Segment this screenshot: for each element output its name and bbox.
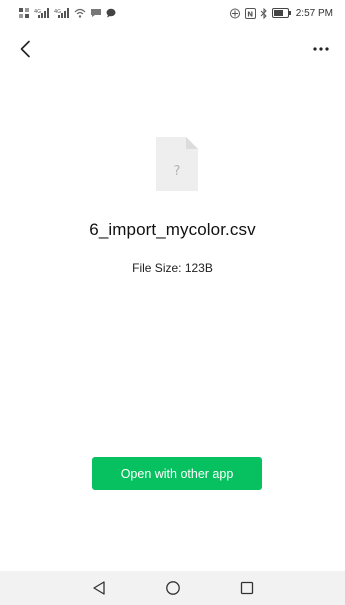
app-bar (0, 34, 345, 64)
status-bar: 4G 4G N 2:57 PM (0, 0, 345, 26)
bluetooth-icon (260, 7, 268, 19)
navigation-bar (0, 571, 345, 605)
open-with-other-app-button[interactable]: Open with other app (92, 457, 262, 490)
unknown-file-icon: ? (156, 137, 198, 191)
back-arrow-icon[interactable] (14, 38, 36, 60)
status-time: 2:57 PM (295, 7, 333, 19)
file-icon-glyph: ? (174, 164, 181, 179)
nav-back-icon[interactable] (87, 576, 111, 600)
nfc-icon: N (244, 7, 256, 19)
sim-icon (18, 7, 30, 19)
file-size: File Size: 123B (132, 261, 213, 275)
signal-icon: 4G (54, 8, 70, 18)
screen: 4G 4G N 2:57 PM ? 6_import_mycolor.csv F… (0, 0, 345, 605)
wifi-icon (74, 8, 86, 18)
nav-home-icon[interactable] (161, 576, 185, 600)
message-icon (90, 8, 102, 18)
status-bar-right: N 2:57 PM (229, 7, 345, 19)
status-bar-left: 4G 4G (0, 7, 116, 19)
svg-text:4G: 4G (54, 9, 61, 15)
nav-recents-icon[interactable] (235, 576, 259, 600)
signal-icon: 4G (34, 8, 50, 18)
file-name: 6_import_mycolor.csv (89, 220, 256, 239)
svg-text:4G: 4G (34, 9, 41, 15)
more-options-icon[interactable] (309, 38, 333, 60)
battery-icon (271, 8, 292, 18)
message-icon (106, 8, 116, 18)
nfc-icon (229, 8, 241, 19)
svg-text:N: N (247, 10, 253, 18)
